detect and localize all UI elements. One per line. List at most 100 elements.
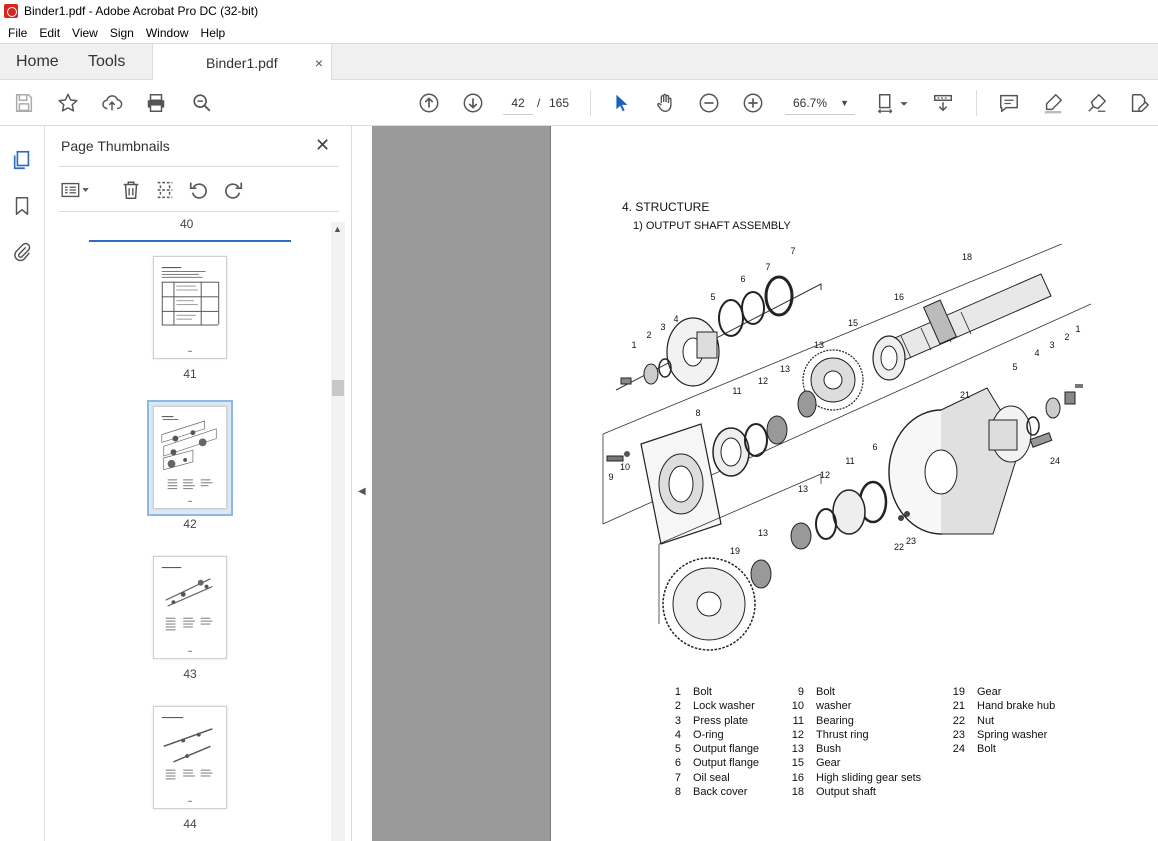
diagram-callout-13: 13 xyxy=(798,484,808,494)
menu-window[interactable]: Window xyxy=(140,26,195,40)
parts-list-column-2: 9 Bolt 10 washer 11 Bearing 12 Thrust ring 1… xyxy=(782,686,921,800)
parts-list-item: 10 washer xyxy=(791,700,852,713)
tab-document[interactable]: Binder1.pdf × xyxy=(152,44,332,81)
toolbar-divider xyxy=(590,90,591,116)
zoom-level-value: 66.7% xyxy=(793,96,828,110)
edit-pdf-icon[interactable] xyxy=(1127,91,1151,115)
previous-page-icon[interactable] xyxy=(417,91,441,115)
zoom-search-icon[interactable] xyxy=(190,91,214,115)
diagram-callout-3: 3 xyxy=(660,322,665,332)
diagram-callout-1: 1 xyxy=(1075,324,1080,334)
diagram-callout-7: 7 xyxy=(765,262,770,272)
section-subheading: 1) OUTPUT SHAFT ASSEMBLY xyxy=(633,220,791,232)
diagram-callout-11: 11 xyxy=(732,386,741,396)
extract-page-icon[interactable] xyxy=(153,178,177,202)
delete-page-icon[interactable] xyxy=(119,178,143,202)
close-panel-icon[interactable]: ✕ xyxy=(315,135,330,156)
diagram-callout-10: 10 xyxy=(620,462,630,472)
document-tab-label: Binder1.pdf xyxy=(206,54,278,71)
zoom-in-icon[interactable] xyxy=(741,91,765,115)
rotate-right-icon[interactable] xyxy=(221,178,245,202)
star-icon[interactable] xyxy=(56,91,80,115)
document-viewport[interactable]: 4. STRUCTURE 1) OUTPUT SHAFT ASSEMBLY 1 … xyxy=(372,126,1158,841)
tab-tools[interactable]: Tools xyxy=(72,44,141,80)
select-pointer-icon[interactable] xyxy=(609,91,633,115)
menu-view[interactable]: View xyxy=(66,26,104,40)
panel-collapse-handle[interactable]: ◀ xyxy=(352,126,372,841)
parts-list-item: 23 Spring washer xyxy=(952,728,1048,741)
parts-list-column-3: 19 Gear 21 Hand brake hub 22 Nut 23 Spring w… xyxy=(943,686,1056,757)
thumbnail-options-icon[interactable] xyxy=(59,178,91,202)
menu-sign[interactable]: Sign xyxy=(104,26,140,40)
parts-list-item: 1 Bolt xyxy=(674,686,712,698)
thumbnail-page-label: 42 xyxy=(183,517,197,531)
panel-divider xyxy=(59,211,339,212)
diagram-callout-6: 6 xyxy=(872,442,877,452)
diagram-callout-24: 24 xyxy=(1050,456,1060,466)
diagram-callout-2: 2 xyxy=(1064,332,1069,342)
parts-list-item: 21 Hand brake hub xyxy=(952,700,1056,713)
next-page-icon[interactable] xyxy=(461,91,485,115)
page-number-input[interactable]: 42 xyxy=(503,91,533,115)
parts-list-item: 22 Nut xyxy=(952,714,995,727)
page-thumbnail-selected[interactable] xyxy=(153,406,227,509)
parts-list-item: 2 Lock washer xyxy=(674,700,755,713)
scrollbar-handle[interactable] xyxy=(332,380,344,396)
menu-file[interactable]: File xyxy=(2,26,33,40)
sign-pen-icon[interactable] xyxy=(1085,91,1109,115)
parts-list-item: 9 Bolt xyxy=(797,686,835,698)
parts-list-item: 24 Bolt xyxy=(952,743,996,756)
diagram-callout-22: 22 xyxy=(894,542,904,552)
highlight-pen-icon[interactable] xyxy=(1041,91,1065,115)
parts-list-item: 6 Output flange xyxy=(674,757,760,770)
exploded-assembly-diagram: 112 2334455667789101111121213131313151618… xyxy=(602,244,1092,651)
parts-list-column-1: 1 Bolt 2 Lock washer 3 Press plate 4 O-ring … xyxy=(659,686,759,800)
panel-divider xyxy=(59,166,339,167)
total-pages: 165 xyxy=(549,96,570,110)
diagram-callout-18: 18 xyxy=(962,252,972,262)
left-navigation-rail xyxy=(0,126,45,841)
page-thumbnail[interactable] xyxy=(153,706,227,809)
parts-list-item: 12 Thrust ring xyxy=(791,728,869,741)
parts-list-item: 16 High sliding gear sets xyxy=(791,771,922,784)
thumbnail-scrollbar[interactable]: ▲ xyxy=(331,222,345,841)
menu-help[interactable]: Help xyxy=(195,26,232,40)
rotate-left-icon[interactable] xyxy=(187,178,211,202)
zoom-out-icon[interactable] xyxy=(697,91,721,115)
diagram-callout-12: 12 xyxy=(820,470,830,480)
save-icon[interactable] xyxy=(12,91,36,115)
cloud-upload-icon[interactable] xyxy=(100,91,124,115)
scroll-up-icon[interactable]: ▲ xyxy=(333,224,342,234)
tab-home[interactable]: Home xyxy=(0,44,75,80)
menu-bar: File Edit View Sign Window Help xyxy=(0,22,1158,43)
parts-list-item: 7 Oil seal xyxy=(674,771,730,784)
menu-edit[interactable]: Edit xyxy=(33,26,66,40)
attachment-icon[interactable] xyxy=(10,240,34,264)
thumbnail-page-label: 41 xyxy=(183,367,197,381)
diagram-callout-7: 7 xyxy=(790,246,795,256)
page-thumbnails-icon[interactable] xyxy=(10,148,34,172)
thumbnail-page-label: 44 xyxy=(183,817,197,831)
print-icon[interactable] xyxy=(144,91,168,115)
diagram-callout-1: 1 xyxy=(631,340,636,350)
fit-options-chevron-icon[interactable] xyxy=(897,91,911,115)
collapse-left-icon[interactable]: ◀ xyxy=(358,486,366,497)
comment-icon[interactable] xyxy=(997,91,1021,115)
diagram-callout-13: 13 xyxy=(758,528,768,538)
diagram-callout-2: 2 xyxy=(646,330,651,340)
hand-tool-icon[interactable] xyxy=(653,91,677,115)
acrobat-logo-icon xyxy=(4,4,18,18)
parts-list-item: 15 Gear xyxy=(791,757,841,770)
diagram-callout-21: 21 xyxy=(960,390,970,400)
diagram-callout-13: 13 xyxy=(780,364,790,374)
diagram-callout-16: 16 xyxy=(894,292,904,302)
page-separator: / xyxy=(537,96,541,110)
close-tab-icon[interactable]: × xyxy=(315,55,323,71)
main-toolbar: 42 / 165 66.7% ▼ xyxy=(0,80,1158,126)
scrolling-mode-icon[interactable] xyxy=(931,91,955,115)
page-thumbnail[interactable] xyxy=(153,256,227,359)
page-thumbnail[interactable] xyxy=(153,556,227,659)
bookmark-icon[interactable] xyxy=(10,194,34,218)
zoom-level-select[interactable]: 66.7% ▼ xyxy=(785,91,855,115)
fit-page-icon[interactable] xyxy=(875,91,899,115)
